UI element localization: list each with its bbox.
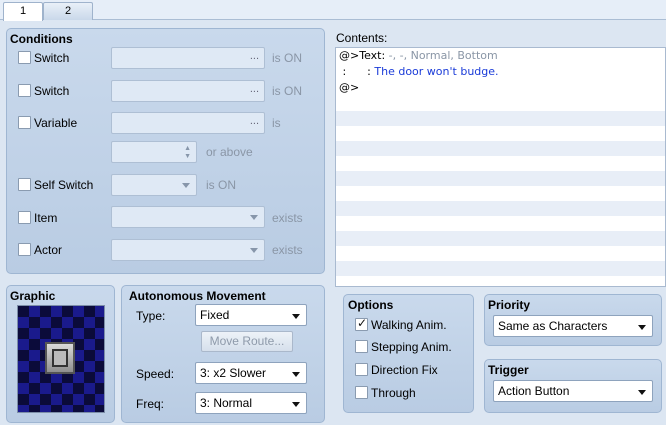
chevron-down-icon [638, 390, 646, 395]
switch2-dots[interactable]: ... [250, 83, 259, 95]
stepping-anim-checkbox[interactable] [355, 340, 368, 353]
self-switch-select[interactable] [111, 174, 197, 196]
priority-value: Same as Characters [498, 319, 608, 333]
variable-dots[interactable]: ... [250, 115, 259, 127]
variable-value-spinner[interactable]: ▲ ▼ [111, 141, 197, 163]
list-stripe [336, 141, 665, 156]
direction-fix-label: Direction Fix [371, 363, 438, 377]
switch1-suffix: is ON [272, 51, 302, 65]
freq-label: Freq: [136, 397, 165, 411]
movement-type-value: Fixed [200, 308, 230, 322]
command-line-1: @>Text: -, -, Normal, Bottom [339, 48, 498, 63]
chevron-down-icon [638, 325, 646, 330]
command-prefix: @>Text: [339, 49, 389, 62]
tab-label: 1 [19, 5, 27, 17]
switch1-field[interactable]: ... [111, 47, 265, 69]
walking-anim-checkbox[interactable] [355, 316, 368, 331]
tab-bar [0, 0, 666, 20]
switch-object-icon [45, 342, 75, 374]
command-line-3: @> [339, 81, 360, 94]
movement-freq-select[interactable]: 3: Normal [195, 392, 307, 414]
trigger-value: Action Button [498, 384, 570, 398]
conditions-title: Conditions [10, 32, 73, 46]
spinner-up-icon[interactable]: ▲ [184, 145, 191, 152]
variable-checkbox[interactable] [18, 116, 31, 129]
walking-anim-label: Walking Anim. [371, 318, 447, 332]
switch2-suffix: is ON [272, 84, 302, 98]
item-select[interactable] [111, 206, 265, 228]
tab-page-2[interactable]: 2 [43, 2, 93, 20]
chevron-down-icon [292, 314, 300, 319]
self-switch-checkbox[interactable] [18, 178, 31, 191]
sprite-face [52, 349, 68, 367]
tab-page-1[interactable]: 1 [3, 2, 43, 21]
command-args: -, -, Normal, Bottom [388, 49, 498, 62]
movement-speed-select[interactable]: 3: x2 Slower [195, 362, 307, 384]
or-above-label: or above [206, 145, 253, 159]
switch2-label: Switch [34, 84, 70, 98]
item-suffix: exists [272, 211, 303, 225]
movement-speed-value: 3: x2 Slower [200, 366, 267, 380]
self-switch-label: Self Switch [34, 178, 94, 192]
trigger-select[interactable]: Action Button [493, 380, 653, 402]
switch2-field[interactable]: ... [111, 80, 265, 102]
switch1-label: Switch [34, 51, 70, 65]
list-stripe [336, 201, 665, 216]
switch1-checkbox[interactable] [18, 51, 31, 64]
event-commands-list[interactable]: @>Text: -, -, Normal, Bottom : : The doo… [335, 47, 666, 287]
graphic-preview[interactable] [17, 305, 105, 413]
list-item[interactable]: @> [336, 80, 665, 95]
movement-title: Autonomous Movement [129, 289, 266, 303]
list-item[interactable]: : : The door won't budge. [336, 64, 665, 79]
item-checkbox[interactable] [18, 211, 31, 224]
priority-select[interactable]: Same as Characters [493, 315, 653, 337]
variable-label: Variable [34, 116, 78, 130]
variable-suffix: is [272, 116, 281, 130]
chevron-down-icon [292, 372, 300, 377]
command-line-2: : : The door won't budge. [339, 64, 499, 79]
actor-label: Actor [34, 243, 63, 257]
stepping-anim-label: Stepping Anim. [371, 340, 452, 354]
chevron-down-icon [292, 402, 300, 407]
item-label: Item [34, 211, 58, 225]
movement-type-select[interactable]: Fixed [195, 304, 307, 326]
graphic-title: Graphic [10, 289, 56, 303]
list-stripe [336, 111, 665, 126]
list-stripe [336, 231, 665, 246]
list-stripe [336, 261, 665, 276]
actor-select[interactable] [111, 239, 265, 261]
tab-label: 2 [64, 5, 72, 17]
chevron-down-icon [182, 183, 190, 188]
self-switch-suffix: is ON [206, 178, 236, 192]
command-prefix: : : [339, 65, 375, 78]
through-label: Through [371, 386, 416, 400]
contents-label: Contents: [336, 31, 388, 45]
movement-freq-value: 3: Normal [200, 396, 253, 410]
trigger-title: Trigger [488, 363, 529, 377]
actor-checkbox[interactable] [18, 243, 31, 256]
list-item[interactable]: @>Text: -, -, Normal, Bottom [336, 48, 665, 63]
list-stripe [336, 171, 665, 186]
command-text: The door won't budge. [374, 65, 499, 78]
speed-label: Speed: [136, 367, 175, 381]
spinner-down-icon[interactable]: ▼ [184, 153, 191, 160]
actor-suffix: exists [272, 243, 303, 257]
chevron-down-icon [250, 215, 258, 220]
direction-fix-checkbox[interactable] [355, 363, 368, 376]
move-route-button[interactable]: Move Route... [201, 331, 293, 352]
type-label: Type: [136, 309, 166, 323]
switch1-dots[interactable]: ... [250, 50, 259, 62]
variable-field[interactable]: ... [111, 112, 265, 134]
options-title: Options [348, 298, 394, 312]
chevron-down-icon [250, 248, 258, 253]
priority-title: Priority [488, 298, 531, 312]
switch2-checkbox[interactable] [18, 84, 31, 97]
through-checkbox[interactable] [355, 386, 368, 399]
